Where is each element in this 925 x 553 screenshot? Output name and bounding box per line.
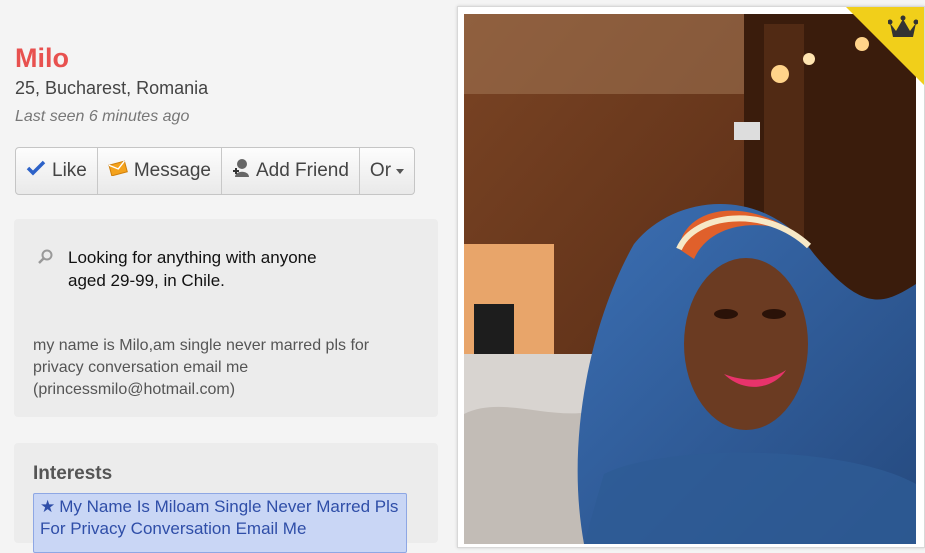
like-button[interactable]: Like (16, 148, 98, 194)
interests-title: Interests (33, 463, 113, 484)
message-label: Message (133, 160, 211, 181)
add-friend-label: Add Friend (255, 160, 349, 181)
add-friend-button[interactable]: Add Friend (222, 148, 360, 194)
last-seen: Last seen 6 minutes ago (15, 108, 190, 125)
interest-tag[interactable]: ★ My Name Is Miloam Single Never Marred P… (33, 493, 407, 553)
profile-photo[interactable] (464, 14, 916, 544)
interest-label: My Name Is Miloam Single Never Marred Pl… (40, 497, 399, 538)
looking-for-panel: Looking for anything with anyone aged 29… (14, 219, 438, 417)
action-button-group: Like Message Add Friend Or (15, 147, 416, 195)
profile-photo-image (464, 14, 916, 544)
star-icon: ★ (40, 497, 56, 516)
profile-column: Milo 25, Bucharest, Romania Last seen 6 … (0, 0, 450, 553)
profile-photo-frame (457, 6, 925, 548)
profile-name: Milo (15, 43, 69, 73)
chevron-down-icon (396, 168, 405, 174)
or-dropdown-button[interactable]: Or (360, 148, 414, 194)
about-me-text: my name is Milo,am single never marred p… (33, 337, 370, 398)
profile-location: 25, Bucharest, Romania (15, 78, 209, 98)
checkmark-icon (26, 160, 46, 182)
crown-icon (887, 15, 919, 46)
magnifier-icon (38, 249, 54, 270)
looking-for-text: Looking for anything with anyone aged 29… (68, 246, 368, 292)
person-add-icon (232, 158, 250, 184)
looking-for-line-1: Looking for anything with anyone (68, 248, 317, 267)
like-label: Like (52, 160, 87, 181)
interests-panel: Interests ★ My Name Is Miloam Single Neve… (14, 443, 438, 553)
envelope-icon (108, 160, 128, 182)
message-button[interactable]: Message (98, 148, 222, 194)
or-label: Or (369, 160, 392, 181)
looking-for-line-2: aged 29-99, in Chile. (68, 271, 225, 290)
